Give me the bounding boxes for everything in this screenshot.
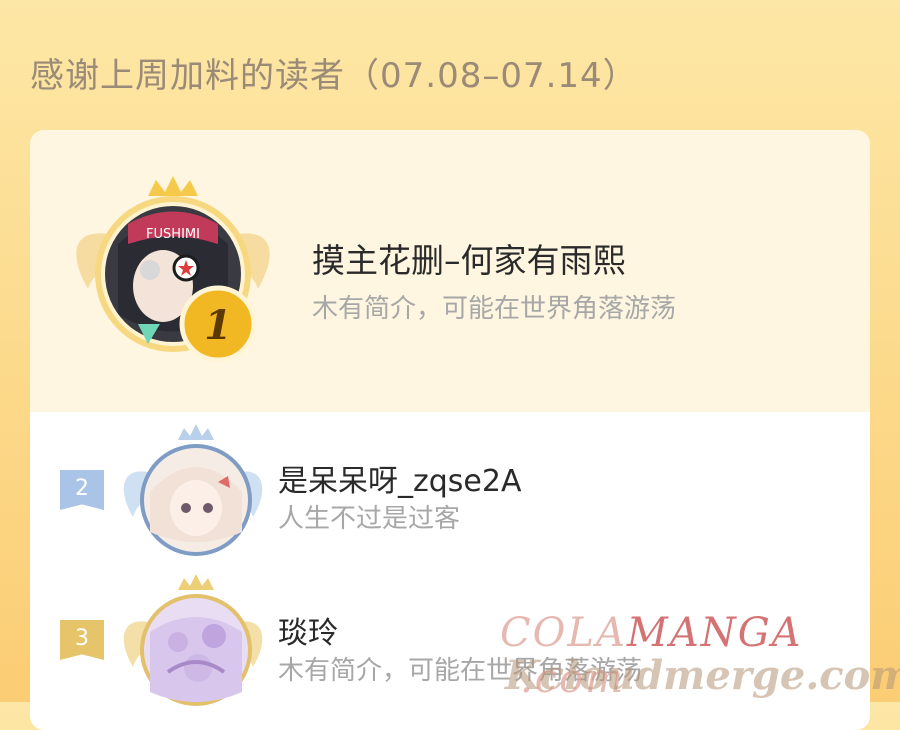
svg-text:FUSHIMI: FUSHIMI — [146, 227, 200, 242]
reader-name: 琰玲 — [278, 616, 338, 651]
rank-number: 3 — [75, 625, 89, 651]
reader-bio: 木有简介，可能在世界角落游荡 — [312, 294, 677, 324]
avatar-frame-gold: FUSHIMI 1 — [76, 176, 270, 363]
reader-name: 是呆呆呀_zqse2A — [278, 464, 522, 499]
svg-text:1: 1 — [204, 302, 232, 349]
watermark-secondary: Kcloudmerge.com — [505, 652, 900, 699]
crown-icon — [148, 176, 198, 196]
page-title: 感谢上周加料的读者（07.08–07.14） — [30, 56, 638, 96]
reader-item-1[interactable]: FUSHIMI 1 摸主花删–何家有雨熙 木有简介，可能在世界角落游荡 — [30, 130, 870, 412]
watermark-part-1: COLA — [500, 610, 627, 656]
crown-icon — [178, 574, 214, 590]
rank-badge-icon: 2 — [60, 470, 104, 510]
avatar-frame-silver — [123, 424, 263, 556]
rank-badge-icon: 3 — [60, 620, 104, 660]
crown-icon — [178, 424, 214, 440]
avatar-frame-bronze — [123, 574, 263, 706]
watermark-part-2: MANGA — [626, 610, 803, 656]
rank-number: 2 — [75, 475, 89, 501]
reader-name: 摸主花删–何家有雨熙 — [312, 241, 626, 280]
reader-bio: 人生不过是过客 — [278, 504, 461, 534]
